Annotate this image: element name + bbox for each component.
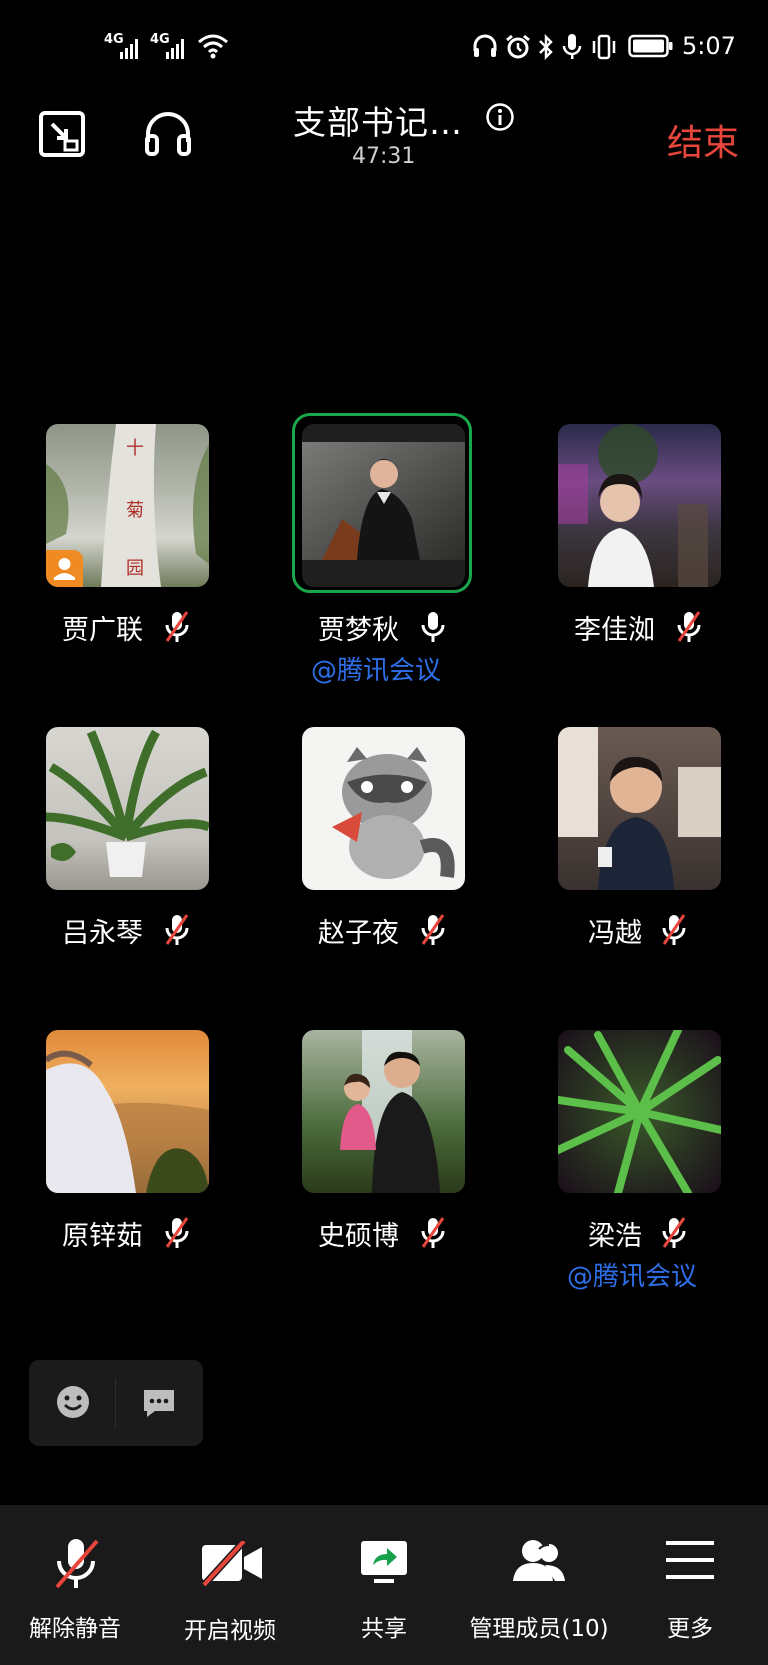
host-badge-icon [46, 550, 83, 587]
participant-name-row: 李佳洳 [574, 608, 655, 647]
bluetooth-icon [539, 33, 553, 61]
participant-avatar[interactable] [302, 424, 465, 587]
participant-avatar[interactable] [558, 727, 721, 890]
share-label: 共享 [361, 1616, 407, 1642]
more-button[interactable]: 更多 [630, 1527, 750, 1647]
mic-muted-icon [165, 611, 189, 642]
status-bar: 4G 4G 5:07 [104, 32, 736, 61]
participant-name-row: 梁浩 [588, 1214, 642, 1253]
wifi-icon [198, 34, 228, 59]
mic-muted-icon [165, 914, 189, 945]
participant-source-tag: @腾讯会议 [567, 1262, 698, 1292]
mic-muted-icon [662, 914, 686, 945]
bottom-toolbar: 解除静音 开启视频 共享 管理成员(10) 更多 [0, 1505, 768, 1665]
members-icon [513, 1540, 565, 1581]
more-label: 更多 [667, 1616, 713, 1642]
participant-avatar[interactable] [302, 727, 465, 890]
manage-members-label: 管理成员(10) [469, 1616, 609, 1642]
alarm-icon [506, 34, 530, 59]
participant-name: 史硕博 [318, 1221, 399, 1252]
participant-name: 原锌茹 [62, 1221, 143, 1252]
start-video-label: 开启视频 [184, 1618, 276, 1644]
participant-name: 冯越 [588, 918, 642, 949]
elapsed-time: 47:31 [352, 144, 416, 169]
participant-name: 吕永琴 [62, 918, 143, 949]
mic-muted-icon [677, 611, 701, 642]
emoji-icon[interactable] [55, 1384, 91, 1420]
battery-icon [628, 34, 673, 58]
participant-name-row: 贾广联 [62, 608, 143, 647]
participant-name: 贾广联 [62, 615, 143, 646]
participant-name-row: 赵子夜 [318, 911, 399, 950]
participant-avatar[interactable] [558, 1030, 721, 1193]
participant-source-tag: @腾讯会议 [311, 656, 442, 686]
svg-text:菊: 菊 [126, 500, 144, 520]
menu-icon [666, 1541, 714, 1579]
reaction-chat-panel [29, 1360, 203, 1446]
participant-avatar[interactable] [46, 1030, 209, 1193]
headphone-status-icon [473, 34, 497, 57]
participant-avatar[interactable] [558, 424, 721, 587]
minimize-window-icon[interactable] [38, 110, 86, 158]
participant-name: 赵子夜 [318, 918, 399, 949]
participant-name-row: 贾梦秋 [318, 608, 399, 647]
mic-on-icon [421, 612, 445, 642]
audio-route-icon[interactable] [143, 108, 193, 158]
mic-muted-icon [55, 1539, 99, 1589]
divider [115, 1378, 116, 1428]
unmute-label: 解除静音 [29, 1616, 121, 1642]
clock: 5:07 [682, 32, 736, 60]
participant-avatar[interactable] [46, 727, 209, 890]
participant-name: 梁浩 [588, 1221, 642, 1252]
participant-avatar[interactable] [302, 1030, 465, 1193]
participant-name: 李佳洳 [574, 615, 655, 646]
participant-avatar[interactable]: 十 菊 园 [46, 424, 209, 587]
video-off-icon [201, 1541, 262, 1587]
meeting-title[interactable]: 支部书记… [293, 96, 463, 144]
mic-muted-icon [165, 1217, 189, 1248]
mic-muted-icon [662, 1217, 686, 1248]
mic-status-icon [562, 34, 582, 59]
vibrate-icon [592, 34, 616, 60]
start-video-button[interactable]: 开启视频 [170, 1527, 290, 1647]
svg-text:园: 园 [126, 558, 144, 578]
end-meeting-button[interactable]: 结束 [667, 114, 739, 166]
participant-name-row: 冯越 [588, 911, 642, 950]
svg-text:十: 十 [126, 438, 144, 458]
share-screen-icon [361, 1541, 407, 1583]
participant-name-row: 史硕博 [318, 1214, 399, 1253]
participant-name-row: 吕永琴 [62, 911, 143, 950]
mic-muted-icon [421, 914, 445, 945]
participant-name: 贾梦秋 [318, 615, 399, 646]
mic-muted-icon [421, 1217, 445, 1248]
chat-icon[interactable] [141, 1384, 177, 1420]
share-button[interactable]: 共享 [324, 1527, 444, 1647]
manage-members-button[interactable]: 管理成员(10) [464, 1527, 614, 1647]
unmute-button[interactable]: 解除静音 [15, 1527, 135, 1647]
info-icon[interactable] [485, 102, 515, 132]
participant-name-row: 原锌茹 [62, 1214, 143, 1253]
